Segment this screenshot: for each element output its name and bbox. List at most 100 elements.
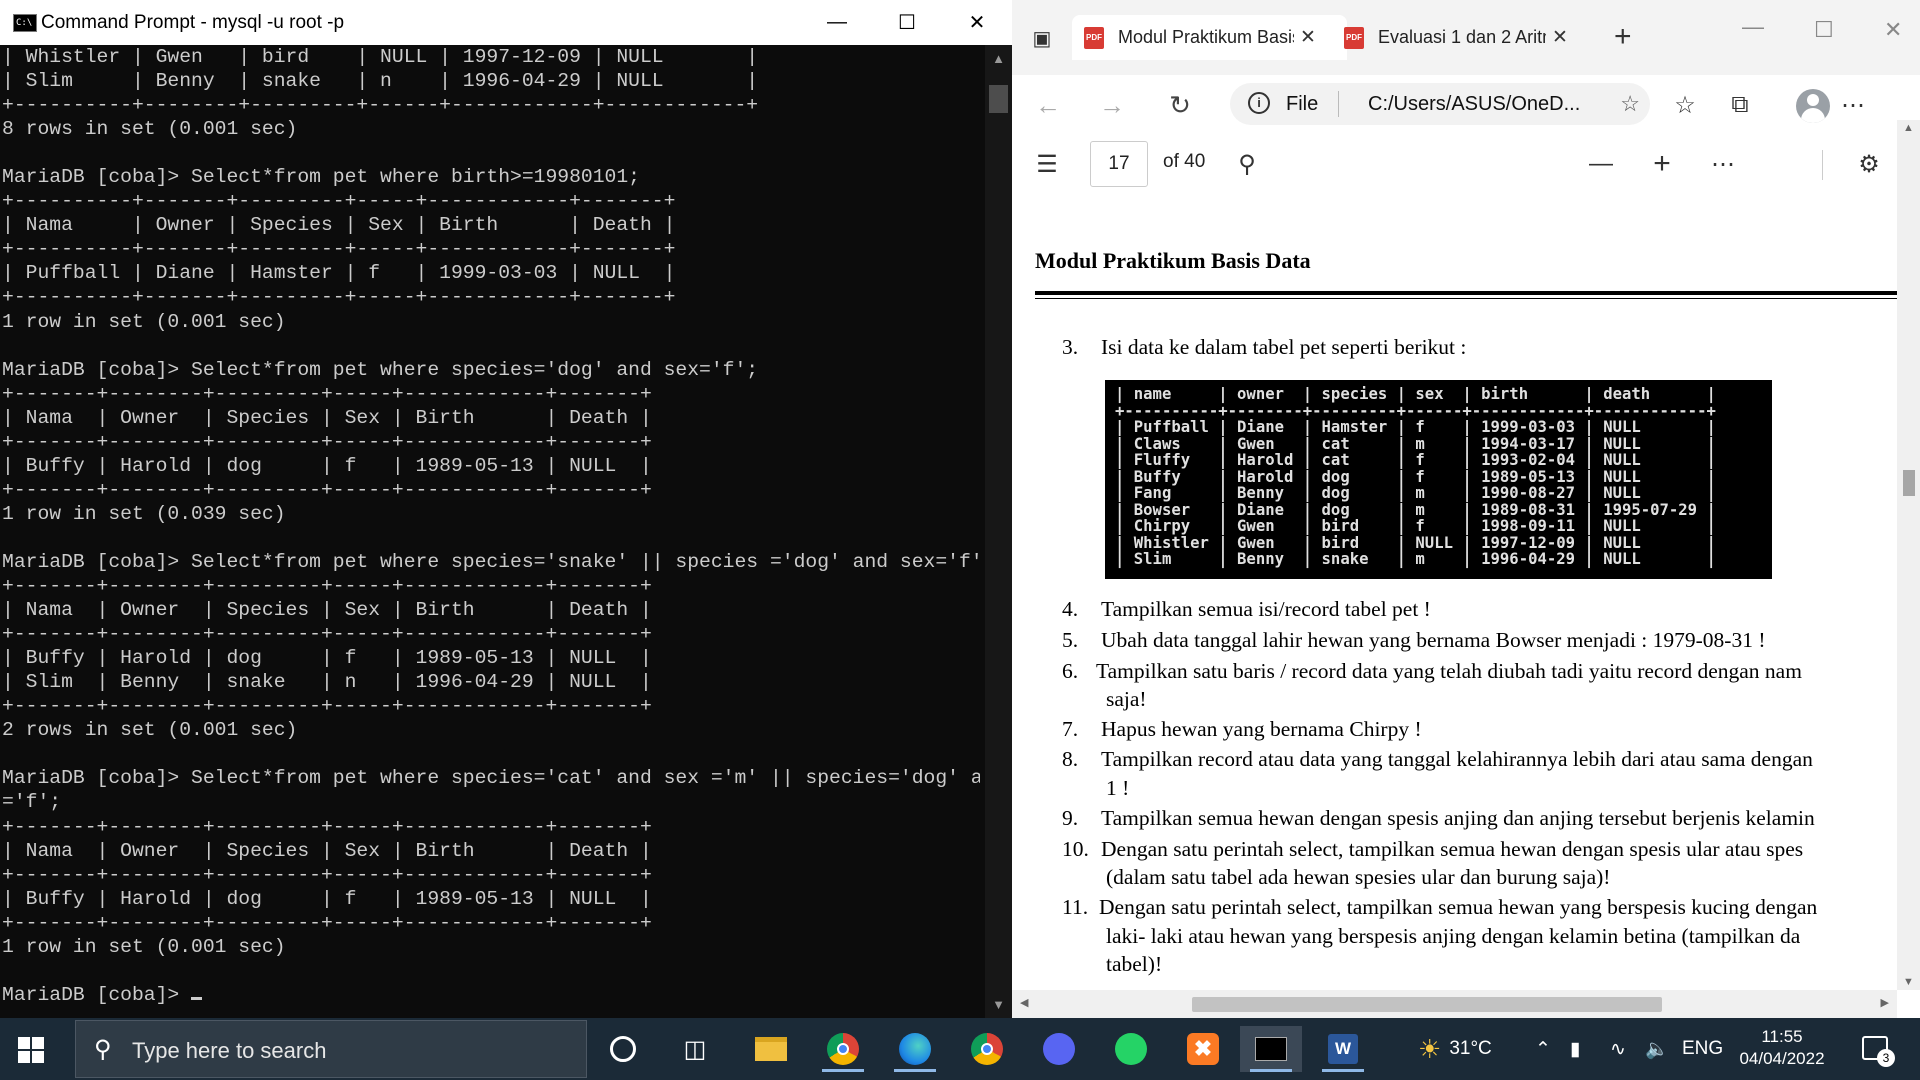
pet-table-screenshot: | name | owner | species | sex | birth |… [1105,380,1772,579]
favorites-icon[interactable]: ☆ [1667,87,1703,123]
tab-actions-icon[interactable]: ▣ [1024,20,1060,56]
back-icon[interactable]: ← [1030,87,1066,123]
chrome-icon-2[interactable] [956,1026,1018,1072]
tab-modul-praktikum[interactable]: PDF Modul Praktikum Basis Data ✕ [1072,15,1347,60]
scroll-down-icon[interactable]: ▼ [985,997,1012,1012]
page-total: of 40 [1163,151,1206,172]
clock[interactable]: 11:55 04/04/2022 [1722,1026,1842,1070]
battery-icon[interactable]: ▮ [1570,1018,1580,1080]
windows-start-icon[interactable] [18,1037,46,1065]
edge-icon[interactable] [884,1026,946,1072]
header-rule [1035,291,1897,295]
command-prompt-taskbar-icon[interactable] [1240,1026,1302,1072]
address-bar-row: ← → ↻ i File C:/Users/ASUS/OneD... ☆ ☆ ⧉… [1012,75,1920,136]
page-number-input[interactable]: 17 [1090,141,1148,187]
file-explorer-icon[interactable] [740,1026,802,1072]
chrome-icon[interactable] [812,1026,874,1072]
collections-icon[interactable]: ⧉ [1722,87,1758,123]
pdf-toolbar: ☰ 17 of 40 ⚲ — + ⋯ ⚙ [1012,135,1920,196]
tab-strip: ▣ PDF Modul Praktikum Basis Data ✕ PDF E… [1012,0,1920,75]
pdf-horizontal-scrollbar[interactable]: ◀ ▶ [1012,990,1897,1018]
minimize-button[interactable]: — [802,0,872,45]
forward-icon[interactable]: → [1094,87,1130,123]
more-options-icon[interactable]: ⋯ [1704,145,1742,183]
wifi-icon[interactable]: ∿ [1610,1018,1626,1080]
volume-muted-icon[interactable]: 🔈 [1645,1018,1669,1080]
minimize-button[interactable]: — [1742,14,1764,40]
toolbar-divider [1822,150,1823,180]
info-icon[interactable]: i [1248,92,1270,114]
list-item-11-cont2: tabel)! [1106,952,1163,976]
console-text: | Whistler | Gwen | bird | NULL | 1997-1… [2,46,980,1006]
weather-widget[interactable]: ☀ 31°C [1418,1018,1492,1080]
profile-avatar[interactable] [1796,89,1830,123]
close-button[interactable]: ✕ [942,0,1012,45]
text-cursor [191,996,203,1000]
url-text[interactable]: C:/Users/ASUS/OneD... [1368,93,1594,116]
maximize-button[interactable]: ☐ [872,0,942,45]
page-header: Modul Praktikum Basis Data [1035,248,1311,273]
tab-close-icon[interactable]: ✕ [1300,26,1316,49]
url-separator [1338,91,1339,117]
tab-evaluasi[interactable]: PDF Evaluasi 1 dan 2 Aritmatika ✕ [1332,15,1600,60]
console-output[interactable]: | Whistler | Gwen | bird | NULL | 1997-1… [0,45,980,1018]
scroll-thumb[interactable] [1192,997,1662,1012]
scroll-up-icon[interactable]: ▲ [1897,122,1920,134]
new-tab-icon[interactable]: + [1614,20,1632,54]
pdf-file-icon: PDF [1344,26,1364,49]
show-hidden-icons-icon[interactable]: ⌃ [1535,1018,1551,1080]
cmd-titlebar[interactable]: C:\ Command Prompt - mysql -u root -p — … [0,0,1012,45]
list-item-6-cont: saja! [1106,687,1147,711]
zoom-out-icon[interactable]: — [1582,145,1620,183]
cmd-window-title: Command Prompt - mysql -u root -p [41,12,345,33]
taskbar: ⚲ Type here to search ◫ ✖ W ☀ 31°C ⌃ ▮ ∿… [0,1018,1920,1080]
settings-gear-icon[interactable]: ⚙ [1850,145,1888,183]
notifications-icon[interactable]: 3 [1862,1036,1895,1067]
address-bar[interactable]: i File C:/Users/ASUS/OneD... ☆ [1230,83,1650,125]
scroll-thumb[interactable] [1903,470,1915,496]
word-icon[interactable]: W [1312,1026,1374,1072]
scroll-thumb[interactable] [989,85,1008,113]
xampp-icon[interactable]: ✖ [1172,1026,1234,1072]
scroll-down-icon[interactable]: ▼ [1897,976,1920,988]
language-indicator[interactable]: ENG [1682,1018,1723,1080]
discord-icon[interactable] [1028,1026,1090,1072]
weather-temp: 31°C [1449,1038,1492,1059]
settings-more-icon[interactable]: ⋯ [1835,87,1871,123]
scroll-left-icon[interactable]: ◀ [1020,996,1028,1009]
edge-browser-window[interactable]: ▣ PDF Modul Praktikum Basis Data ✕ PDF E… [1012,0,1920,1018]
maximize-button[interactable]: ☐ [1814,17,1834,43]
pdf-vertical-scrollbar[interactable]: ▲ ▼ [1897,120,1920,990]
cmd-app-icon: C:\ [13,14,37,32]
task-view-icon[interactable]: ◫ [664,1026,726,1072]
search-icon[interactable]: ⚲ [1228,145,1266,183]
whatsapp-icon[interactable] [1100,1026,1162,1072]
cortana-icon[interactable] [592,1026,654,1072]
tab-close-icon[interactable]: ✕ [1552,26,1568,49]
clock-date: 04/04/2022 [1739,1049,1825,1068]
search-placeholder: Type here to search [132,1038,327,1063]
weather-icon: ☀ [1418,1033,1442,1064]
close-button[interactable]: ✕ [1884,17,1902,43]
url-scheme: File [1286,93,1319,115]
list-item-11-cont: laki- laki atau hewan yang berspesis anj… [1106,924,1801,948]
zoom-in-icon[interactable]: + [1643,145,1681,183]
clock-time: 11:55 [1761,1027,1803,1046]
pdf-file-icon: PDF [1084,26,1104,49]
pdf-viewer[interactable]: Modul Praktikum Basis Data 3. Isi data k… [1012,195,1897,990]
notification-count: 3 [1877,1049,1895,1067]
tab-title: Evaluasi 1 dan 2 Aritmatika [1378,27,1546,47]
scroll-up-icon[interactable]: ▲ [985,51,1012,66]
command-prompt-window[interactable]: C:\ Command Prompt - mysql -u root -p — … [0,0,1012,1018]
tab-title: Modul Praktikum Basis Data [1118,27,1294,47]
refresh-icon[interactable]: ↻ [1162,87,1198,123]
list-item-10-cont: (dalam satu tabel ada hewan spesies ular… [1106,865,1611,889]
header-rule-thin [1035,298,1897,299]
scroll-right-icon[interactable]: ▶ [1881,996,1889,1009]
list-item-8-cont: 1 ! [1106,776,1130,800]
table-of-contents-icon[interactable]: ☰ [1028,145,1066,183]
add-favorite-icon[interactable]: ☆ [1620,91,1640,117]
console-scrollbar[interactable]: ▲ ▼ [985,45,1012,1018]
taskbar-search-box[interactable]: ⚲ Type here to search [75,1020,587,1078]
pet-table-text: | name | owner | species | sex | birth |… [1115,385,1716,568]
